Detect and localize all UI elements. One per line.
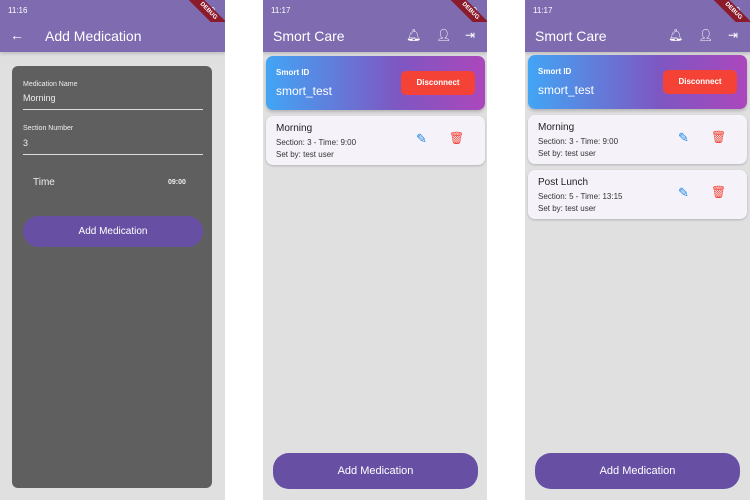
status-time: 11:17	[271, 6, 291, 15]
logout-icon[interactable]: ⇥	[728, 28, 738, 42]
item-set-by: Set by: test user	[538, 149, 596, 158]
medication-name-input[interactable]: Morning	[23, 93, 56, 103]
disconnect-button[interactable]: Disconnect	[663, 70, 737, 94]
smort-id-card: Smort ID smort_test Disconnect	[266, 56, 485, 110]
list-item[interactable]: Morning Section: 3 - Time: 9:00 Set by: …	[266, 116, 485, 165]
status-time: 11:16	[8, 6, 28, 15]
divider	[23, 154, 203, 155]
item-detail: Section: 5 - Time: 13:15	[538, 192, 623, 201]
smort-id-card: Smort ID smort_test Disconnect	[528, 55, 747, 109]
add-medication-button[interactable]: Add Medication	[273, 453, 478, 489]
item-name: Morning	[276, 123, 313, 134]
edit-icon[interactable]: ✎	[678, 130, 689, 146]
section-label: Section Number	[23, 125, 74, 132]
divider	[23, 109, 203, 110]
id-label: Smort ID	[538, 67, 572, 76]
item-set-by: Set by: test user	[538, 204, 596, 213]
item-set-by: Set by: test user	[276, 150, 334, 159]
bell-icon[interactable]: 🔔︎	[668, 28, 683, 42]
app-title: Smort Care	[535, 28, 607, 44]
back-arrow-icon[interactable]: ←	[10, 27, 24, 43]
time-picker[interactable]: 09:00	[168, 179, 186, 186]
time-label: Time	[33, 177, 55, 188]
delete-icon[interactable]: 🗑︎	[711, 185, 726, 199]
item-detail: Section: 3 - Time: 9:00	[276, 138, 357, 147]
person-icon[interactable]: 👤︎	[698, 28, 713, 42]
id-label: Smort ID	[276, 68, 310, 77]
app-bar: Smort Care 🔔︎ 👤︎ ⇥	[525, 22, 750, 52]
delete-icon[interactable]: 🗑︎	[449, 131, 464, 145]
app-title: Smort Care	[273, 28, 345, 44]
list-item[interactable]: Morning Section: 3 - Time: 9:00 Set by: …	[528, 115, 747, 164]
add-medication-button[interactable]: Add Medication	[23, 216, 203, 247]
list-item[interactable]: Post Lunch Section: 5 - Time: 13:15 Set …	[528, 170, 747, 219]
home-screen: 11:1720 DEBUG Smort Care 🔔︎ 👤︎ ⇥ Smort I…	[263, 0, 487, 500]
id-value: smort_test	[276, 84, 333, 98]
app-bar: ← Add Medication	[0, 22, 225, 52]
page-title: Add Medication	[45, 28, 142, 44]
home-screen: 11:1720 DEBUG Smort Care 🔔︎ 👤︎ ⇥ Smort I…	[525, 0, 750, 500]
id-value: smort_test	[538, 83, 595, 97]
medication-form: Medication Name Morning Section Number 3…	[12, 66, 212, 488]
edit-icon[interactable]: ✎	[678, 185, 689, 201]
section-number-input[interactable]: 3	[23, 138, 28, 148]
item-detail: Section: 3 - Time: 9:00	[538, 137, 619, 146]
add-medication-button[interactable]: Add Medication	[535, 453, 740, 489]
item-name: Post Lunch	[538, 177, 589, 188]
disconnect-button[interactable]: Disconnect	[401, 71, 475, 95]
item-name: Morning	[538, 122, 575, 133]
status-time: 11:17	[533, 6, 553, 15]
logout-icon[interactable]: ⇥	[465, 28, 475, 42]
delete-icon[interactable]: 🗑︎	[711, 130, 726, 144]
edit-icon[interactable]: ✎	[416, 131, 427, 147]
person-icon[interactable]: 👤︎	[436, 28, 451, 42]
add-medication-screen: 11:1620 DEBUG ← Add Medication Medicatio…	[0, 0, 225, 500]
bell-icon[interactable]: 🔔︎	[406, 28, 421, 42]
app-bar: Smort Care 🔔︎ 👤︎ ⇥	[263, 22, 487, 52]
name-label: Medication Name	[23, 81, 78, 88]
